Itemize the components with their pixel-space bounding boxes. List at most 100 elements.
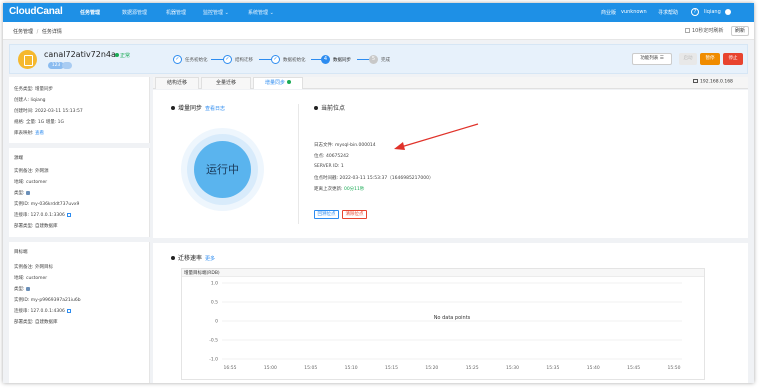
info-key: 类型: bbox=[14, 287, 25, 292]
divider bbox=[153, 238, 748, 243]
position-timestamp: 位点时间戳: 2022-03-11 15:53:37（1646985217000… bbox=[314, 175, 433, 181]
pause-button[interactable]: 暂停 bbox=[700, 53, 720, 65]
x-tick-label: 15:50 bbox=[668, 365, 681, 371]
info-value: customer bbox=[25, 180, 48, 185]
divider bbox=[9, 143, 150, 148]
info-value: mysql-bin.000014 bbox=[334, 143, 376, 148]
x-tick-label: 15:10 bbox=[345, 365, 358, 371]
section-title-text: 增量同步 bbox=[178, 105, 203, 112]
copy-icon[interactable] bbox=[66, 212, 71, 217]
help-icon[interactable]: ? bbox=[691, 8, 699, 16]
step-check-icon: ✓ bbox=[223, 55, 232, 64]
info-value: 外网目标 bbox=[34, 265, 53, 270]
info-value: 2022-03-11 15:53:37（1646985217000） bbox=[339, 176, 434, 181]
source-instance-id: 实例ID: my-036krddt737uvx9 bbox=[14, 201, 79, 207]
auto-refresh-checkbox[interactable]: 10秒定时刷新 bbox=[685, 27, 723, 34]
detail-tabs: 结构迁移 全量迁移 增量同步 bbox=[153, 77, 748, 89]
step-label: 数据初始化 bbox=[283, 58, 306, 63]
info-key: 任务类型: bbox=[14, 87, 34, 92]
source-connection: 连接串: 127.0.0.1:3306 bbox=[14, 212, 71, 218]
info-key: 地域: bbox=[14, 180, 25, 185]
target-type: 类型: bbox=[14, 286, 30, 292]
reset-position-button[interactable]: 回溯位点 bbox=[314, 210, 339, 219]
clear-position-button[interactable]: 清除位点 bbox=[342, 210, 367, 219]
auto-refresh-label: 10秒定时刷新 bbox=[692, 28, 724, 34]
nav-monitor-management[interactable]: 监控管理 ⌄ bbox=[203, 9, 229, 16]
info-value: 自建数据库 bbox=[34, 224, 58, 229]
breadcrumb-task-management[interactable]: 任务管理 bbox=[13, 29, 33, 35]
source-title: 源端 bbox=[14, 156, 23, 161]
info-key: 实例ID: bbox=[14, 202, 30, 207]
view-mapping-link[interactable]: 查看 bbox=[35, 131, 44, 136]
info-value: 增量同步 bbox=[34, 87, 53, 92]
help-link[interactable]: 寻求帮助 bbox=[658, 9, 678, 16]
info-key: 位点: bbox=[314, 154, 325, 159]
view-log-link[interactable]: 查看日志 bbox=[205, 106, 225, 112]
info-key: 连接串: bbox=[14, 213, 30, 218]
sync-section-title: 增量同步 查看日志 bbox=[171, 103, 225, 112]
edition-label: 商业版 bbox=[601, 10, 617, 16]
info-value: 00分11秒 bbox=[343, 187, 365, 192]
tab-incremental-sync[interactable]: 增量同步 bbox=[253, 77, 303, 89]
target-title: 目标端 bbox=[14, 250, 28, 255]
info-key: 实例备注: bbox=[14, 169, 34, 174]
target-instance-id: 实例ID: my-p9969397a21iu6b bbox=[14, 297, 81, 303]
nav-machine-management[interactable]: 机器管理 bbox=[166, 9, 186, 16]
position-section-title: 当前位点 bbox=[314, 103, 345, 112]
target-connection: 连接串: 127.0.0.1:4306 bbox=[14, 308, 71, 314]
tab-full-migration[interactable]: 全量迁移 bbox=[201, 77, 251, 89]
task-progress-steps: ✓ 任务初始化 ✓ 结构迁移 ✓ 数据初始化 4 数据同步 5 完成 bbox=[173, 55, 413, 65]
breadcrumb-bar: / 任务管理 / 任务详情 10秒定时刷新 刷新 bbox=[3, 22, 754, 40]
avatar[interactable] bbox=[725, 9, 731, 15]
task-tag-secondary bbox=[62, 62, 72, 69]
x-tick-label: 15:25 bbox=[466, 365, 479, 371]
divider bbox=[298, 104, 299, 224]
divider bbox=[9, 237, 150, 242]
info-value: liqiang bbox=[30, 98, 46, 103]
version-label: vunknown bbox=[621, 9, 647, 15]
info-value: my-036krddt737uvx9 bbox=[30, 202, 80, 207]
info-creator: 创建人: liqiang bbox=[14, 97, 46, 103]
section-title-text: 迁移速率 bbox=[178, 255, 203, 262]
mysql-icon bbox=[25, 286, 30, 291]
x-tick-label: 15:35 bbox=[546, 365, 559, 371]
x-tick-label: 15:30 bbox=[506, 365, 519, 371]
info-key: 日志文件: bbox=[314, 143, 334, 148]
running-status-text: 运行中 bbox=[194, 141, 251, 198]
y-tick-label: 1.0 bbox=[211, 281, 218, 287]
info-table-mapping: 库表映射: 查看 bbox=[14, 130, 44, 136]
tab-label: 增量同步 bbox=[264, 80, 285, 86]
y-tick-label: 0.5 bbox=[211, 300, 218, 306]
breadcrumb-separator: / bbox=[36, 29, 39, 35]
more-link[interactable]: 更多 bbox=[205, 256, 215, 262]
info-key: 库表映射: bbox=[14, 131, 34, 136]
x-tick-label: 15:05 bbox=[304, 365, 317, 371]
info-value: 127.0.0.1:3306 bbox=[30, 213, 65, 218]
stop-button[interactable]: 停止 bbox=[723, 53, 743, 65]
bullet-icon bbox=[171, 255, 175, 260]
step-label: 任务初始化 bbox=[185, 58, 208, 63]
info-value: 自建数据库 bbox=[34, 320, 58, 325]
copy-icon[interactable] bbox=[66, 308, 71, 313]
y-tick-label: -0.5 bbox=[209, 338, 218, 344]
nav-datasource-management[interactable]: 数据源管理 bbox=[122, 9, 147, 16]
info-key: 部署类型: bbox=[14, 224, 34, 229]
info-key: 距离上次更新: bbox=[314, 187, 343, 192]
y-tick-label: -1.0 bbox=[209, 357, 218, 363]
app-logo[interactable]: CloudCanal bbox=[9, 6, 63, 17]
checkbox-icon[interactable] bbox=[685, 28, 690, 33]
nav-task-management[interactable]: 任务管理 bbox=[80, 9, 100, 16]
refresh-button[interactable]: 刷新 bbox=[731, 26, 749, 36]
server-icon bbox=[693, 79, 698, 83]
function-list-button[interactable]: 功能列表 ☰ bbox=[632, 53, 672, 65]
user-menu[interactable]: liqiang bbox=[704, 9, 721, 15]
info-key: SERVER ID: bbox=[314, 164, 340, 169]
position-server-id: SERVER ID: 1 bbox=[314, 164, 344, 169]
nav-system-management[interactable]: 系统管理 ⌄ bbox=[248, 9, 274, 16]
tab-structure-migration[interactable]: 结构迁移 bbox=[155, 77, 199, 89]
step-check-icon: ✓ bbox=[173, 55, 182, 64]
task-info-panel: 任务类型: 增量同步 创建人: liqiang 创建时间: 2022-03-11… bbox=[9, 77, 150, 383]
start-button[interactable]: 启动 bbox=[679, 53, 697, 65]
info-value: 2022-03-11 15:13:57 bbox=[34, 109, 83, 114]
worker-ip[interactable]: 192.168.0.168 bbox=[693, 79, 733, 85]
